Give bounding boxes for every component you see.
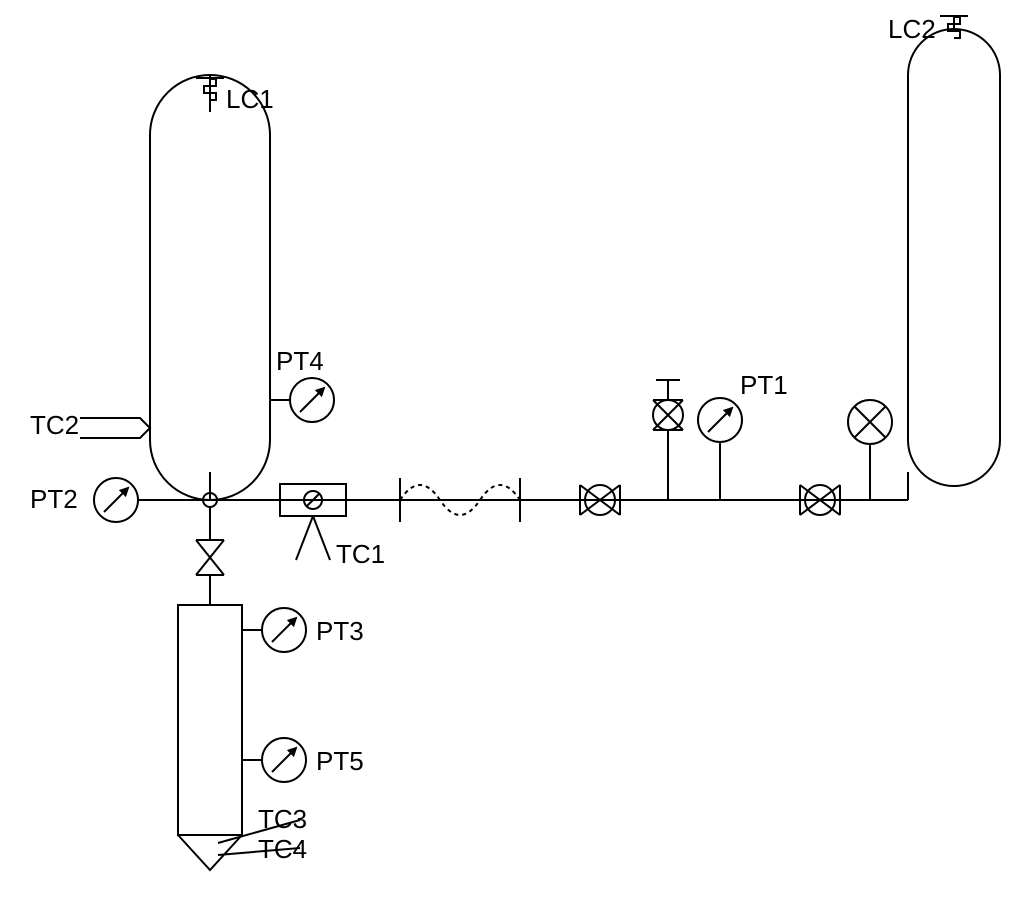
pt2-label: PT2 [30,484,78,514]
tc2-label: TC2 [30,410,79,440]
lc1-label: LC1 [226,84,274,114]
gauge-pt2 [94,478,138,522]
tc1-label: TC1 [336,539,385,569]
tc4-label: TC4 [258,834,307,864]
pt4-label: PT4 [276,346,324,376]
pid-diagram: LC1 PT4 TC2 LC2 PT2 TC1 [0,0,1024,902]
lower-column [178,605,242,870]
vessel-right [908,15,1000,486]
gauge-pt1 [698,398,742,442]
tc3-label: TC3 [258,804,307,834]
valve-1 [580,485,620,515]
vessel-left [150,75,270,500]
pt3-label: PT3 [316,616,364,646]
gauge-pt5 [262,738,306,782]
branch-valve [653,380,683,500]
x-circle [848,400,892,444]
tc2-probe [80,418,150,438]
gauge-pt4 [290,378,334,422]
pt1-label: PT1 [740,370,788,400]
pt5-label: PT5 [316,746,364,776]
valve-2 [800,485,840,515]
lc2-label: LC2 [888,14,936,44]
gauge-pt3 [262,608,306,652]
tc1-probe [296,516,330,560]
small-valve [196,540,224,575]
